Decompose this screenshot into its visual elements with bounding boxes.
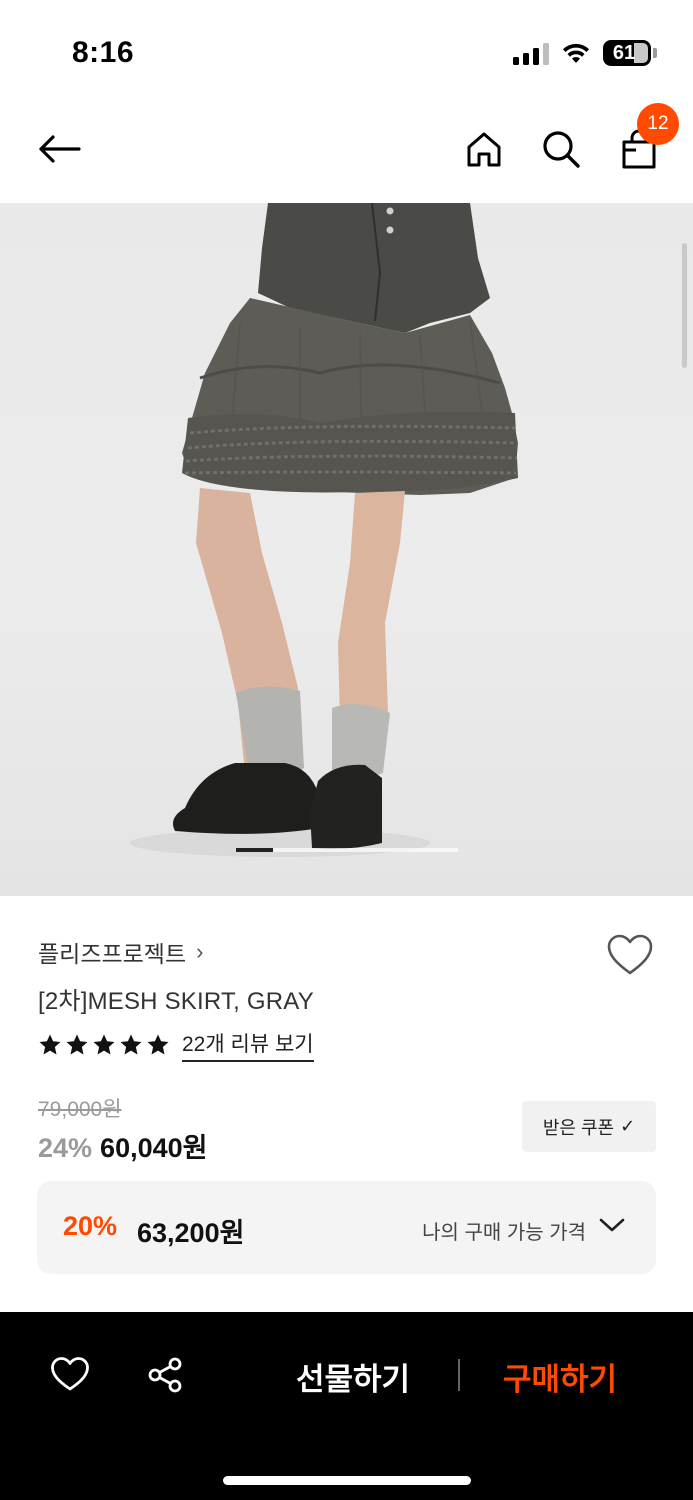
coupon-label: 받은 쿠폰 xyxy=(542,1117,615,1138)
my-price: 63,200원 xyxy=(137,1218,245,1248)
search-icon xyxy=(543,131,580,168)
battery-icon: 61 xyxy=(603,40,657,66)
star-icon xyxy=(120,1034,142,1055)
star-icon xyxy=(93,1034,115,1055)
like-button[interactable] xyxy=(50,1356,90,1392)
brand-link[interactable]: 플리즈프로젝트 › xyxy=(38,935,203,969)
home-indicator[interactable] xyxy=(223,1476,471,1485)
back-button[interactable] xyxy=(34,124,84,174)
bottom-action-bar: 선물하기 구매하기 xyxy=(0,1312,693,1500)
star-icon xyxy=(39,1034,61,1055)
home-icon xyxy=(467,132,501,167)
status-icons: 61 xyxy=(513,40,657,66)
original-price: 79,000원 xyxy=(38,1098,122,1121)
sale-price: 60,040원 xyxy=(100,1133,208,1163)
gift-button[interactable]: 선물하기 xyxy=(296,1354,410,1399)
product-title: [2차]MESH SKIRT, GRAY xyxy=(38,988,314,1015)
review-link[interactable]: 22개 리뷰 보기 xyxy=(182,1028,314,1062)
product-image-gallery[interactable] xyxy=(0,203,693,896)
chevron-right-icon: › xyxy=(196,939,204,964)
discount-rate: 24% xyxy=(38,1133,93,1163)
my-price-label: 나의 구매 가능 가격 xyxy=(422,1222,586,1244)
status-bar: 8:16 61 xyxy=(0,0,693,100)
cart-count-badge: 12 xyxy=(637,103,679,145)
share-button[interactable] xyxy=(146,1356,184,1394)
search-button[interactable] xyxy=(536,124,586,174)
status-time: 8:16 xyxy=(72,36,135,69)
rating-row: 22개 리뷰 보기 xyxy=(38,1028,314,1062)
cellular-signal-icon xyxy=(513,41,549,65)
product-photo xyxy=(130,203,518,857)
received-coupon-button[interactable]: 받은 쿠폰 ✓ xyxy=(522,1101,656,1152)
rating-stars xyxy=(38,1033,170,1057)
heart-icon xyxy=(607,934,653,975)
bottom-divider xyxy=(458,1359,460,1391)
star-icon xyxy=(66,1034,88,1055)
wifi-icon xyxy=(563,43,589,63)
price-row: 24% 60,040원 xyxy=(38,1126,207,1165)
star-icon xyxy=(147,1034,169,1055)
image-scrollbar xyxy=(682,243,687,368)
wishlist-button[interactable] xyxy=(606,933,654,977)
buy-button[interactable]: 구매하기 xyxy=(503,1354,617,1399)
brand-name: 플리즈프로젝트 xyxy=(38,941,187,967)
top-nav xyxy=(0,100,693,203)
my-price-dropdown[interactable]: 20% 63,200원 나의 구매 가능 가격 xyxy=(37,1181,656,1274)
chevron-down-icon xyxy=(599,1218,625,1232)
back-arrow-icon xyxy=(39,135,81,163)
home-button[interactable] xyxy=(459,124,509,174)
heart-icon xyxy=(51,1357,89,1391)
gallery-page-indicator xyxy=(236,848,458,852)
gallery-page-indicator-active xyxy=(236,848,273,852)
checkmark-icon: ✓ xyxy=(620,1116,636,1136)
share-icon xyxy=(148,1357,182,1393)
battery-percent: 61 xyxy=(612,41,636,64)
my-discount-rate: 20% xyxy=(63,1211,118,1241)
